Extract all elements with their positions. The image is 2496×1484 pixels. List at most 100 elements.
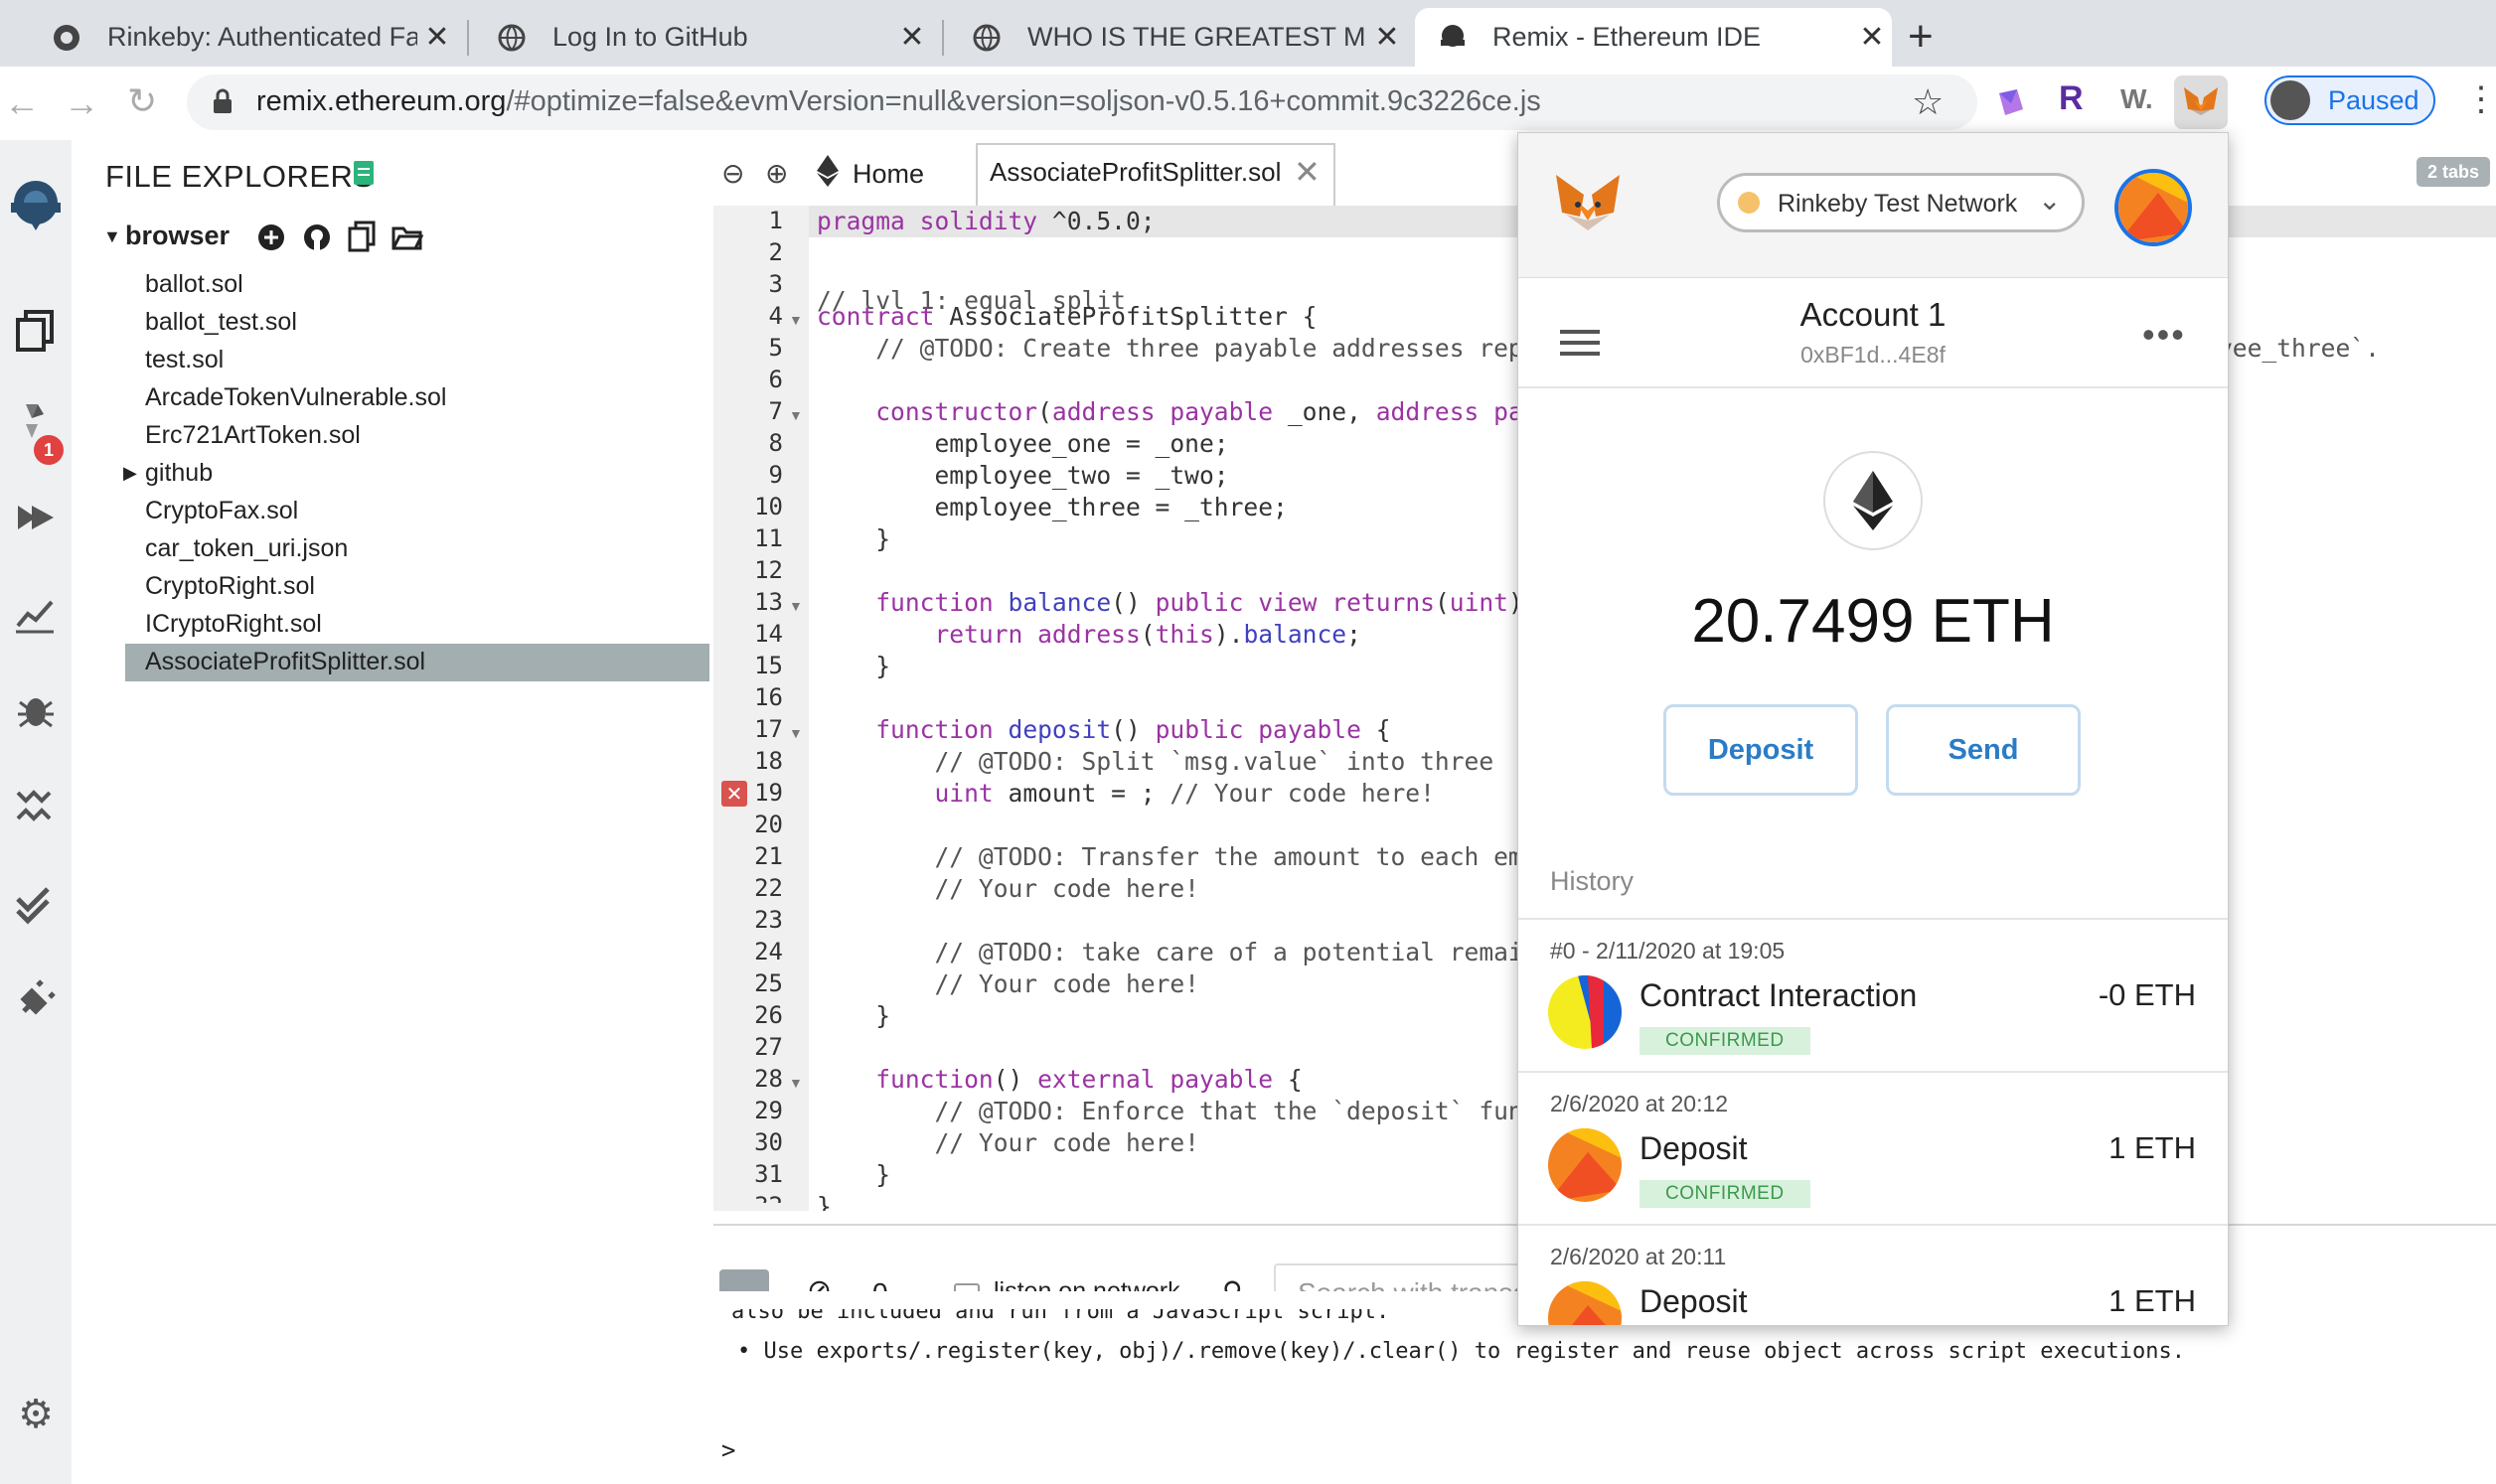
- network-selector[interactable]: Rinkeby Test Network ⌄: [1717, 173, 2085, 232]
- open-folder-icon[interactable]: [391, 224, 424, 255]
- line-number: 21: [754, 842, 783, 870]
- browser-tab-github[interactable]: Log In to GitHub ✕: [475, 8, 932, 67]
- zoom-in-icon[interactable]: ⊕: [765, 157, 788, 190]
- deposit-button[interactable]: Deposit: [1663, 704, 1858, 796]
- line-number: 22: [754, 874, 783, 902]
- file-explorer-icon[interactable]: [10, 304, 62, 356]
- status-badge: CONFIRMED: [1639, 1027, 1810, 1055]
- analysis-chart-icon[interactable]: [10, 588, 62, 640]
- url-text: remix.ethereum.org/#optimize=false&evmVe…: [256, 85, 1541, 118]
- history-item[interactable]: 2/6/2020 at 20:12 Deposit 1 ETH CONFIRME…: [1518, 1071, 2228, 1226]
- forward-arrow-icon[interactable]: →: [64, 82, 99, 124]
- file-item[interactable]: ArcadeTokenVulnerable.sol: [145, 383, 446, 412]
- caret-right-icon[interactable]: ▶: [123, 463, 137, 484]
- line-number: 1: [768, 207, 783, 234]
- profile-paused-button[interactable]: Paused: [2264, 75, 2435, 125]
- copy-files-icon[interactable]: [348, 221, 378, 257]
- line-number: 24: [754, 938, 783, 965]
- code-line: pragma solidity ^0.5.0;: [817, 207, 1156, 235]
- history-identicon: [1548, 975, 1622, 1049]
- line-number: 27: [754, 1033, 783, 1061]
- file-item[interactable]: car_token_uri.json: [145, 534, 348, 563]
- settings-gear-icon[interactable]: ⚙: [10, 1389, 62, 1440]
- history-date: #0 - 2/11/2020 at 19:05: [1550, 938, 1786, 964]
- fold-arrow-icon[interactable]: ▼: [789, 1075, 803, 1091]
- tab-close-icon[interactable]: ✕: [417, 20, 457, 55]
- code-line: constructor(address payable _one, addres…: [875, 397, 1538, 426]
- file-item[interactable]: ballot.sol: [145, 270, 243, 299]
- folder-item-github[interactable]: github: [145, 459, 213, 488]
- code-line: uint amount = ; // Your code here!: [934, 779, 1435, 808]
- testing-check-icon[interactable]: [10, 877, 62, 929]
- url-host: remix.ethereum.org: [256, 85, 507, 117]
- github-icon[interactable]: [302, 223, 332, 257]
- history-item[interactable]: #0 - 2/11/2020 at 19:05 Contract Interac…: [1518, 918, 2228, 1073]
- deploy-run-icon[interactable]: [10, 492, 62, 543]
- terminal-line-text: also be included and run from a JavaScri…: [731, 1309, 1390, 1324]
- remix-logo-icon[interactable]: [4, 172, 68, 235]
- reload-icon[interactable]: ↻: [127, 80, 157, 122]
- caret-down-icon[interactable]: ▼: [103, 226, 121, 247]
- account-identicon[interactable]: [2114, 169, 2192, 246]
- browser-tab-music[interactable]: WHO IS THE GREATEST MUSIC ✕: [950, 8, 1407, 67]
- debugger-bug-icon[interactable]: [10, 684, 62, 736]
- add-file-icon[interactable]: [256, 223, 286, 257]
- tab-title: WHO IS THE GREATEST MUSIC: [1027, 22, 1367, 52]
- fold-arrow-icon[interactable]: ▼: [789, 598, 803, 614]
- new-tab-button[interactable]: +: [1908, 12, 1934, 62]
- book-icon[interactable]: [352, 159, 376, 192]
- tab-active-file-label: AssociateProfitSplitter.sol: [990, 157, 1282, 187]
- extension-purple-icon[interactable]: [1993, 85, 2027, 124]
- tab-close-icon[interactable]: ✕: [1367, 20, 1407, 55]
- account-name[interactable]: Account 1: [1518, 296, 2228, 334]
- history-label: History: [1550, 866, 1635, 896]
- browser-tab-strip: Rinkeby: Authenticated Faucet ✕ Log In t…: [0, 0, 2496, 67]
- extension-w-icon[interactable]: W.: [2120, 83, 2153, 115]
- tab-close-icon[interactable]: ✕: [1852, 20, 1892, 55]
- extension-r-icon[interactable]: R: [2059, 79, 2084, 118]
- fold-arrow-icon[interactable]: ▼: [789, 312, 803, 328]
- plugin-manager-icon[interactable]: [10, 973, 62, 1025]
- metamask-fox-logo: [1552, 173, 1624, 243]
- line-number: 11: [754, 524, 783, 552]
- terminal-prompt[interactable]: >: [721, 1436, 735, 1464]
- back-arrow-icon[interactable]: ←: [4, 82, 40, 124]
- history-item[interactable]: 2/6/2020 at 20:11 Deposit 1 ETH: [1518, 1224, 2228, 1325]
- tab-close-icon[interactable]: ✕: [892, 20, 932, 55]
- account-options-icon[interactable]: •••: [2142, 314, 2186, 356]
- line-number: 13: [754, 588, 783, 616]
- code-line: // @TODO: Create three payable addresses…: [875, 334, 1538, 363]
- tab-divider: [467, 20, 469, 56]
- error-marker-icon[interactable]: ✕: [721, 781, 747, 807]
- code-line: return address(this).balance;: [934, 620, 1361, 649]
- bookmark-star-icon[interactable]: ☆: [1912, 81, 1944, 123]
- terminal-line: also be included and run from a JavaScri…: [731, 1309, 1389, 1325]
- fold-arrow-icon[interactable]: ▼: [789, 725, 803, 741]
- code-line: // Your code here!: [934, 969, 1199, 998]
- browser-tab-remix[interactable]: Remix - Ethereum IDE ✕: [1415, 8, 1892, 67]
- file-item[interactable]: CryptoRight.sol: [145, 572, 315, 601]
- fold-arrow-icon[interactable]: ▼: [789, 407, 803, 423]
- browser-folder-label[interactable]: browser: [125, 221, 230, 251]
- plugin-grid-icon[interactable]: [10, 781, 62, 832]
- tab-home[interactable]: Home: [853, 159, 924, 190]
- line-number: 10: [754, 493, 783, 520]
- history-amount: 1 ETH: [2108, 1283, 2196, 1318]
- tabs-count-badge[interactable]: 2 tabs: [2417, 157, 2490, 187]
- file-item[interactable]: CryptoFax.sol: [145, 497, 298, 525]
- file-item[interactable]: ballot_test.sol: [145, 308, 297, 337]
- file-item[interactable]: ICryptoRight.sol: [145, 610, 322, 639]
- file-item[interactable]: Erc721ArtToken.sol: [145, 421, 361, 450]
- send-button[interactable]: Send: [1886, 704, 2081, 796]
- file-item[interactable]: test.sol: [145, 346, 224, 374]
- code-line: employee_one = _one;: [817, 429, 1229, 458]
- file-item-selected[interactable]: AssociateProfitSplitter.sol: [145, 648, 425, 676]
- metamask-extension-icon[interactable]: [2174, 75, 2228, 129]
- balance-unit: ETH: [1931, 587, 2055, 656]
- account-address[interactable]: 0xBF1d...4E8f: [1518, 342, 2228, 369]
- close-tab-icon[interactable]: ✕: [1294, 153, 1321, 191]
- browser-menu-icon[interactable]: ⋮: [2464, 79, 2496, 119]
- code-line: contract AssociateProfitSplitter {: [817, 302, 1318, 331]
- browser-tab-rinkeby[interactable]: Rinkeby: Authenticated Faucet ✕: [30, 8, 457, 67]
- zoom-out-icon[interactable]: ⊖: [721, 157, 744, 190]
